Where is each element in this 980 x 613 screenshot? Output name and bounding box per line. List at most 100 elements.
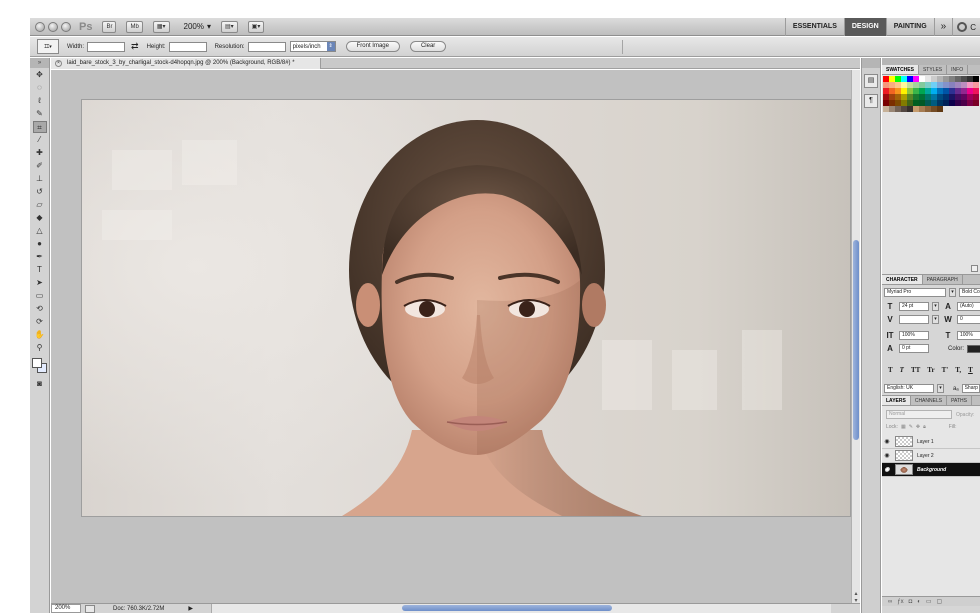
tab-character[interactable]: CHARACTER [882,275,923,284]
workspace-painting[interactable]: PAINTING [885,18,934,36]
underline-button[interactable]: T [968,366,973,374]
dodge-tool-icon[interactable]: ● [33,238,47,250]
cs-live-button[interactable]: C [952,18,980,36]
quick-mask-icon[interactable]: ◙ [33,378,47,390]
marquee-tool-icon[interactable]: ◌ [33,82,47,94]
visibility-eye-icon[interactable]: ◉ [882,466,892,473]
eraser-tool-icon[interactable]: ▱ [33,199,47,211]
resolution-units-select[interactable]: pixels/inch ⇕ [289,41,336,52]
dock-collapse-handle[interactable] [862,58,880,68]
tools-panel-collapse[interactable]: » [30,58,49,68]
faux-bold-button[interactable]: T [888,366,893,374]
brush-tool-icon[interactable]: ✐ [33,160,47,172]
chevron-down-icon[interactable]: ▾ [937,384,944,393]
quick-select-tool-icon[interactable]: ✎ [33,108,47,120]
all-caps-button[interactable]: TT [911,366,920,374]
workspace-design[interactable]: DESIGN [843,18,886,36]
lock-image-icon[interactable]: ✎ [909,424,913,430]
language-select[interactable]: English: UK [884,384,934,393]
pen-tool-icon[interactable]: ✒ [33,251,47,263]
tab-swatches[interactable]: SWATCHES [882,65,919,74]
status-menu-arrow-icon[interactable]: ▶ [188,604,193,613]
screen-mode-button[interactable]: ▣▾ [247,20,265,33]
lasso-tool-icon[interactable]: ℓ [33,95,47,107]
blend-mode-select[interactable]: Normal [886,410,952,419]
tab-channels[interactable]: CHANNELS [911,396,948,405]
horizontal-scroll-thumb[interactable] [402,605,612,611]
workspace-essentials[interactable]: ESSENTIALS [784,18,844,36]
close-document-icon[interactable]: × [55,60,62,67]
document-image[interactable] [82,100,850,516]
layer-style-icon[interactable]: ƒx [897,597,903,606]
color-swatch[interactable] [937,106,943,112]
tab-layers[interactable]: LAYERS [882,396,911,405]
chevron-down-icon[interactable]: ▾ [932,302,939,311]
foreground-color-swatch[interactable] [31,358,42,368]
layer-mask-icon[interactable]: ◘ [909,597,913,606]
lock-transparent-icon[interactable]: ▦ [901,424,906,430]
width-field[interactable] [87,41,126,52]
panel-dock-handle[interactable] [882,58,980,65]
history-brush-tool-icon[interactable]: ↺ [33,186,47,198]
zoom-level-select[interactable]: 200% ▾ [184,22,211,31]
canvas-area[interactable] [51,70,851,603]
superscript-button[interactable]: T' [942,366,949,374]
clone-stamp-tool-icon[interactable]: ⊥ [33,173,47,185]
lock-position-icon[interactable]: ✥ [916,424,920,430]
new-group-icon[interactable]: ▭ [926,597,932,606]
small-caps-button[interactable]: Tr [927,366,934,374]
adjustment-layer-icon[interactable]: ◐ [917,597,921,606]
chevron-down-icon[interactable]: ▾ [932,315,939,324]
layer-row-selected[interactable]: ◉ Background [882,463,980,477]
lock-all-icon[interactable]: 🔒︎ [923,424,926,430]
front-image-button[interactable]: Front Image [345,41,400,52]
horizontal-scale-field[interactable]: 100% [957,331,980,340]
launch-bridge-button[interactable]: Br [102,20,117,33]
subscript-button[interactable]: T, [955,366,961,374]
baseline-shift-field[interactable]: 0 pt [899,344,929,353]
launch-mini-bridge-button[interactable]: Mb [126,20,143,33]
document-tab[interactable]: × laid_bare_stock_3_by_charligal_stock-d… [51,58,321,69]
horizontal-scrollbar[interactable] [211,604,831,613]
more-workspaces-button[interactable]: » [933,18,953,36]
paint-bucket-tool-icon[interactable]: ◆ [33,212,47,224]
height-field[interactable] [168,41,207,52]
font-size-field[interactable]: 24 pt [899,302,929,311]
status-zoom-field[interactable]: 200% [51,604,81,613]
status-info-icon[interactable] [85,604,95,613]
type-tool-icon[interactable]: T [33,264,47,276]
kerning-field[interactable] [899,315,929,324]
faux-italic-button[interactable]: T [900,366,904,374]
path-select-tool-icon[interactable]: ➤ [33,277,47,289]
layer-row[interactable]: ◉ Layer 2 [882,449,980,463]
visibility-eye-icon[interactable]: ◉ [882,438,892,445]
font-family-field[interactable]: Myriad Pro [884,288,946,297]
view-extras-button[interactable]: ▦▾ [152,20,170,33]
visibility-eye-icon[interactable]: ◉ [882,452,892,459]
vertical-scrollbar[interactable]: ▴ ▾ [851,70,860,604]
vertical-scale-field[interactable]: 100% [899,331,929,340]
tracking-field[interactable]: 0 [957,315,980,324]
blur-tool-icon[interactable]: △ [33,225,47,237]
minimize-window-button[interactable] [48,21,58,32]
tab-paragraph[interactable]: PARAGRAPH [923,275,963,284]
zoom-tool-icon[interactable]: ⚲ [33,342,47,354]
healing-brush-tool-icon[interactable]: ✚ [33,147,47,159]
actions-panel-icon[interactable]: ¶ [864,94,878,108]
color-picker-swatches[interactable] [31,358,48,374]
tab-styles[interactable]: STYLES [919,65,948,74]
tab-info[interactable]: INFO [947,65,969,74]
crop-tool-icon[interactable]: ⌗ [32,121,47,133]
antialias-select[interactable]: Sharp [961,384,980,393]
vertical-scroll-thumb[interactable] [853,240,859,440]
eyedropper-tool-icon[interactable]: ⁄ [33,134,47,146]
text-color-swatch[interactable] [967,344,980,353]
history-panel-icon[interactable]: ▤ [864,74,878,88]
color-swatch[interactable] [973,100,979,106]
arrange-documents-button[interactable]: ▤▾ [220,20,238,33]
move-tool-icon[interactable]: ✥ [33,69,47,81]
resolution-field[interactable] [247,41,286,52]
3d-orbit-tool-icon[interactable]: ⟳ [33,316,47,328]
tool-preset-picker[interactable]: ⌗ ▾ [37,39,59,54]
scroll-up-icon[interactable]: ▴ [852,590,860,597]
